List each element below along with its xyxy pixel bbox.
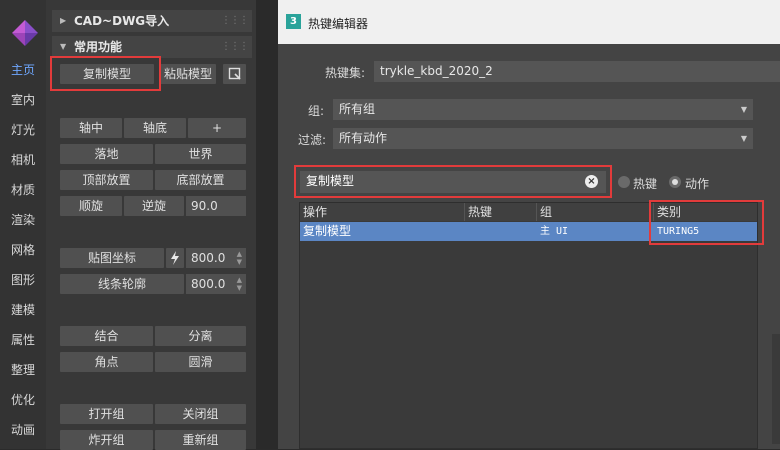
hotkey-editor-dialog: 3 热键编辑器 热键集: trykle_kbd_2020_2 组: 所有组 ▼ … xyxy=(278,0,780,449)
paste-icon xyxy=(228,67,241,80)
radio-hotkey[interactable] xyxy=(618,176,630,188)
open-group-button[interactable]: 打开组 xyxy=(60,404,153,424)
cell-hotkey xyxy=(465,222,537,241)
group-select-value: 所有组 xyxy=(339,102,376,116)
add-button[interactable]: + xyxy=(188,118,246,138)
viewport-gap xyxy=(256,0,278,449)
grip-icon[interactable]: ⋮⋮⋮ xyxy=(221,36,249,58)
top-place-button[interactable]: 顶部放置 xyxy=(60,170,153,190)
texture-size-input[interactable]: 800.0 ▲ ▼ xyxy=(186,248,246,268)
radio-hotkey-label: 热键 xyxy=(633,177,658,191)
nav-item-organize[interactable]: 整理 xyxy=(0,361,46,378)
group-label: 组: xyxy=(308,104,325,118)
nav-item-shape[interactable]: 图形 xyxy=(0,271,46,288)
smooth-button[interactable]: 圆滑 xyxy=(155,352,246,372)
dialog-body: 热键集: trykle_kbd_2020_2 组: 所有组 ▼ 过滤: 所有动作… xyxy=(278,44,780,449)
rotate-angle-input[interactable]: 90.0 xyxy=(186,196,246,216)
dialog-titlebar[interactable]: 3 热键编辑器 xyxy=(278,0,780,44)
separate-button[interactable]: 分离 xyxy=(155,326,246,346)
line-outline-button[interactable]: 线条轮廓 xyxy=(60,274,184,294)
outline-size-input[interactable]: 800.0 ▲ ▼ xyxy=(186,274,246,294)
nav-item-modeling[interactable]: 建模 xyxy=(0,301,46,318)
cell-action: 复制模型 xyxy=(303,224,352,238)
dialog-title: 热键编辑器 xyxy=(308,17,369,31)
nav-item-material[interactable]: 材质 xyxy=(0,181,46,198)
corner-button[interactable]: 角点 xyxy=(60,352,153,372)
axis-center-button[interactable]: 轴中 xyxy=(60,118,122,138)
nav-item-optimize[interactable]: 优化 xyxy=(0,391,46,408)
radio-action-label: 动作 xyxy=(685,177,710,191)
section-title: CAD~DWG导入 xyxy=(74,14,170,28)
grip-icon[interactable]: ⋮⋮⋮ xyxy=(221,10,249,32)
cell-group: 主 UI xyxy=(540,226,569,237)
column-header-group[interactable]: 组 xyxy=(537,203,654,221)
nav-item-light[interactable]: 灯光 xyxy=(0,121,46,138)
hotkey-set-field[interactable]: trykle_kbd_2020_2 xyxy=(374,61,780,82)
filter-label: 过滤: xyxy=(298,133,327,147)
rotate-ccw-button[interactable]: 逆旋 xyxy=(124,196,184,216)
highlight-box xyxy=(649,200,764,245)
highlight-box xyxy=(294,165,612,198)
group-select[interactable]: 所有组 ▼ xyxy=(333,99,753,120)
left-nav: 主页 室内 灯光 相机 材质 渲染 网格 图形 建模 属性 整理 优化 动画 xyxy=(0,0,46,449)
texture-coord-button[interactable]: 贴图坐标 xyxy=(60,248,164,268)
nav-item-camera[interactable]: 相机 xyxy=(0,151,46,168)
expand-arrow-icon: ▶ xyxy=(60,16,67,25)
filter-select-value: 所有动作 xyxy=(339,131,388,145)
bottom-place-button[interactable]: 底部放置 xyxy=(155,170,246,190)
lightning-icon xyxy=(171,251,179,265)
nav-item-home[interactable]: 主页 xyxy=(0,61,46,78)
nav-item-render[interactable]: 渲染 xyxy=(0,211,46,228)
section-cad-import[interactable]: ▶ CAD~DWG导入 ⋮⋮⋮ xyxy=(52,10,252,32)
paste-model-button[interactable]: 粘贴模型 xyxy=(160,64,216,84)
explode-group-button[interactable]: 炸开组 xyxy=(60,430,153,450)
regroup-button[interactable]: 重新组 xyxy=(155,430,246,450)
axis-bottom-button[interactable]: 轴底 xyxy=(124,118,186,138)
drop-to-floor-button[interactable]: 落地 xyxy=(60,144,153,164)
column-header-hotkey[interactable]: 热键 xyxy=(465,203,537,221)
section-common-functions[interactable]: ▼ 常用功能 ⋮⋮⋮ xyxy=(52,36,252,58)
combine-button[interactable]: 结合 xyxy=(60,326,153,346)
scrollbar[interactable] xyxy=(772,334,780,444)
spinner-arrows-icon[interactable]: ▲ ▼ xyxy=(237,276,242,292)
nav-item-interior[interactable]: 室内 xyxy=(0,91,46,108)
highlight-box xyxy=(50,56,161,91)
section-title: 常用功能 xyxy=(74,40,123,54)
collapse-arrow-icon: ▼ xyxy=(60,42,67,51)
dropdown-arrow-icon: ▼ xyxy=(740,134,747,143)
rotate-cw-button[interactable]: 顺旋 xyxy=(60,196,122,216)
outline-size-value: 800.0 xyxy=(191,277,226,291)
column-header-action[interactable]: 操作 xyxy=(300,203,465,221)
nav-item-animation[interactable]: 动画 xyxy=(0,421,46,438)
app-logo-icon xyxy=(12,20,38,46)
close-group-button[interactable]: 关闭组 xyxy=(155,404,246,424)
filter-select[interactable]: 所有动作 ▼ xyxy=(333,128,753,149)
lightning-button[interactable] xyxy=(166,248,184,268)
texture-size-value: 800.0 xyxy=(191,251,226,265)
radio-action[interactable] xyxy=(669,176,681,188)
nav-item-mesh[interactable]: 网格 xyxy=(0,241,46,258)
app-3ds-icon: 3 xyxy=(286,14,301,29)
nav-item-properties[interactable]: 属性 xyxy=(0,331,46,348)
hotkey-set-label: 热键集: xyxy=(325,66,366,80)
dropdown-arrow-icon: ▼ xyxy=(740,105,747,114)
paste-in-place-button[interactable] xyxy=(223,64,246,84)
world-button[interactable]: 世界 xyxy=(155,144,246,164)
spinner-arrows-icon[interactable]: ▲ ▼ xyxy=(237,250,242,266)
